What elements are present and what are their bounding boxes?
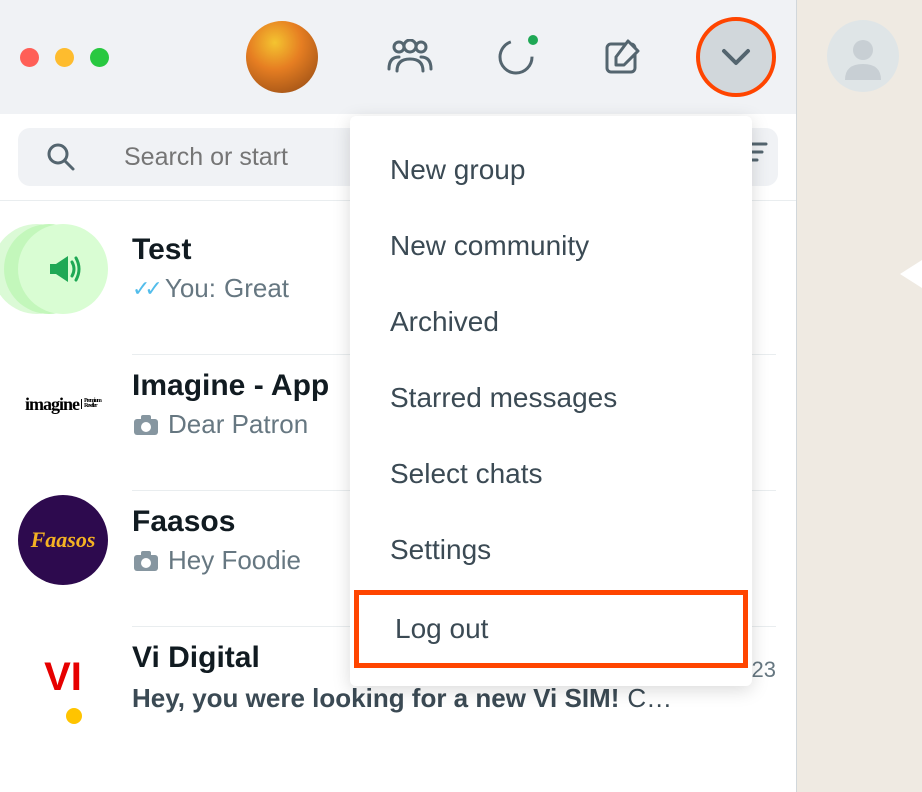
contact-avatar-placeholder[interactable] (827, 20, 899, 92)
chat-title: Vi Digital (132, 641, 260, 675)
menu-item-new-community[interactable]: New community (350, 208, 752, 284)
chat-avatar: Faasos (18, 495, 108, 585)
sidebar-header (0, 0, 796, 114)
window-traffic-lights (20, 48, 109, 67)
menu-item-select-chats[interactable]: Select chats (350, 436, 752, 512)
megaphone-icon (42, 248, 84, 290)
menu-button[interactable] (696, 17, 776, 97)
menu-item-logout[interactable]: Log out (354, 590, 748, 668)
conversation-panel (796, 0, 922, 792)
window-minimize-button[interactable] (55, 48, 74, 67)
menu-item-new-group[interactable]: New group (350, 132, 752, 208)
menu-dropdown: New group New community Archived Starred… (350, 116, 752, 686)
new-chat-button[interactable] (598, 33, 646, 81)
camera-icon (132, 413, 160, 437)
communities-button[interactable] (386, 33, 434, 81)
menu-item-settings[interactable]: Settings (350, 512, 752, 588)
chevron-down-icon (720, 47, 752, 67)
window-maximize-button[interactable] (90, 48, 109, 67)
profile-avatar[interactable] (246, 21, 318, 93)
camera-icon (132, 549, 160, 573)
menu-item-starred[interactable]: Starred messages (350, 360, 752, 436)
chat-preview: Hey, you were looking for a new Vi SIM! … (132, 683, 776, 714)
communities-icon (387, 39, 433, 75)
status-indicator-dot (528, 35, 538, 45)
compose-icon (602, 37, 642, 77)
chat-avatar: imagine PremiumReseller (18, 359, 108, 449)
menu-item-archived[interactable]: Archived (350, 284, 752, 360)
person-icon (839, 32, 887, 80)
status-button[interactable] (492, 33, 540, 81)
panel-notch (900, 260, 922, 288)
search-icon (46, 142, 76, 172)
read-receipt-icon: ✓✓ (132, 276, 157, 302)
chat-avatar (18, 224, 108, 314)
window-close-button[interactable] (20, 48, 39, 67)
chat-avatar: VI (18, 632, 108, 722)
vi-dot (66, 708, 82, 724)
